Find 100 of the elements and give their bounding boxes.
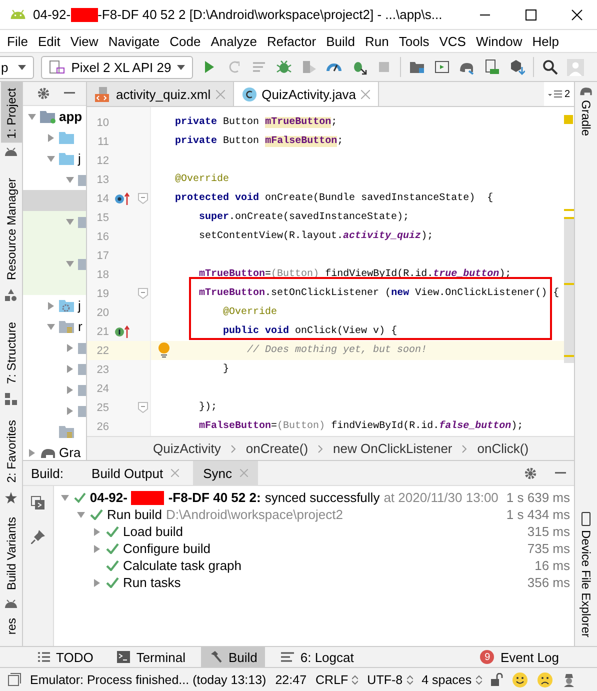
fold-marker-icon[interactable] [138, 193, 148, 204]
tool-window-tab[interactable]: res [0, 612, 22, 640]
implement-marker-icon[interactable] [114, 324, 130, 338]
code-token: ; [331, 117, 338, 128]
package-icon[interactable] [509, 59, 526, 75]
expand-arrow-icon[interactable] [65, 342, 75, 352]
hide-icon[interactable] [64, 92, 75, 95]
device-dropdown[interactable]: Pixel 2 XL API 29 [41, 56, 194, 78]
inspector-icon[interactable] [562, 672, 576, 686]
lightbulb-icon[interactable] [158, 342, 170, 358]
search-icon[interactable] [542, 59, 558, 75]
menu-item[interactable]: Window [472, 34, 526, 48]
tool-window-button[interactable]: Build [201, 647, 266, 667]
breadcrumb[interactable]: new OnClickListener [333, 441, 452, 456]
project-tree-item[interactable]: Gra [23, 442, 86, 460]
settings-icon[interactable] [37, 87, 50, 100]
indent-selector[interactable]: 4 spaces [422, 672, 482, 686]
menu-item[interactable]: Help [528, 34, 563, 48]
expand-arrow-icon[interactable] [65, 364, 75, 374]
project-tree-item[interactable]: j [23, 295, 86, 316]
hide-icon[interactable] [555, 472, 566, 474]
scrollbar-thumb[interactable] [564, 219, 574, 363]
frown-icon[interactable] [536, 672, 553, 688]
expand-arrow-icon[interactable] [92, 544, 102, 554]
expand-arrow-icon[interactable] [92, 578, 102, 588]
expand-arrow-icon[interactable] [65, 216, 75, 226]
expand-arrow-icon[interactable] [92, 526, 102, 536]
bug-icon[interactable] [276, 59, 292, 75]
fold-marker-icon[interactable] [138, 288, 148, 299]
expand-arrow-icon[interactable] [76, 510, 86, 520]
panels-icon[interactable] [8, 673, 21, 686]
menu-icon [548, 90, 562, 98]
project-tree-item[interactable]: r [23, 316, 86, 337]
expand-arrow-icon[interactable] [65, 258, 75, 268]
build-tab[interactable]: Build Output [82, 461, 190, 485]
profile-icon[interactable] [301, 59, 318, 75]
caret-position[interactable]: 22:47 [275, 672, 307, 686]
folder-icon[interactable] [409, 59, 426, 75]
lock-icon[interactable] [490, 672, 503, 686]
menu-item[interactable]: VCS [435, 34, 470, 48]
tool-window-tab[interactable]: Build Variants [0, 512, 22, 595]
menu-item[interactable]: Code [166, 34, 205, 48]
build-tab[interactable]: Sync [193, 461, 258, 485]
override-marker-icon[interactable] [114, 192, 130, 206]
breadcrumb[interactable]: onCreate() [246, 441, 308, 456]
breadcrumb[interactable]: QuizActivity [153, 441, 221, 456]
close-icon[interactable] [571, 8, 583, 20]
expand-arrow-icon[interactable] [46, 322, 56, 332]
menu-item[interactable]: Tools [394, 34, 434, 48]
code-token: (Button) [277, 421, 326, 432]
event-log-button[interactable]: 9 Event Log [472, 647, 567, 667]
expand-arrow-icon[interactable] [60, 492, 70, 502]
code-token: = [265, 269, 272, 280]
menu-item[interactable]: Analyze [206, 34, 261, 48]
maximize-icon[interactable] [525, 8, 537, 20]
tool-window-tab[interactable]: 1: Project [0, 82, 22, 143]
chevron-icon [230, 444, 236, 452]
menu-item[interactable]: Navigate [104, 34, 164, 48]
tool-window-tab[interactable]: Device File Explorer [579, 526, 593, 642]
check-icon [106, 577, 119, 588]
menu-item[interactable]: Run [361, 34, 393, 48]
breadcrumb[interactable]: onClick() [477, 441, 529, 456]
expand-arrow-icon[interactable] [65, 174, 75, 184]
tool-window-tab[interactable]: 2: Favorites [0, 414, 22, 488]
menu-item[interactable]: Build [322, 34, 360, 48]
expand-arrow-icon[interactable] [46, 300, 56, 310]
attach-debugger-icon[interactable] [351, 59, 368, 75]
expand-arrow-icon[interactable] [46, 132, 56, 142]
tool-window-button[interactable]: Terminal [109, 647, 194, 667]
project-tree-item[interactable] [23, 211, 86, 232]
menu-item[interactable]: View [66, 34, 102, 48]
expand-arrow-icon[interactable] [27, 112, 37, 122]
tool-window-tab[interactable]: Resource Manager [0, 172, 22, 285]
tool-window-tab[interactable]: 7: Structure [0, 316, 22, 389]
device-download-icon[interactable] [484, 59, 500, 75]
tab-list-button[interactable]: 2 [544, 82, 574, 106]
expand-arrow-icon[interactable] [27, 448, 37, 458]
encoding-selector[interactable]: UTF-8 [367, 672, 413, 686]
smile-icon[interactable] [512, 672, 528, 688]
line-separator-selector[interactable]: CRLF [316, 672, 358, 686]
project-tree-item[interactable]: j [23, 148, 86, 169]
tool-window-tab[interactable]: Gradle [579, 96, 593, 140]
menu-item[interactable]: Edit [34, 34, 64, 48]
settings-icon[interactable] [524, 466, 537, 480]
editor-tab[interactable]: activity_quiz.xml [87, 82, 234, 106]
window-icon[interactable] [434, 59, 450, 75]
expand-arrow-icon[interactable] [65, 406, 75, 416]
tool-window-button[interactable]: TODO [30, 647, 102, 667]
fold-marker-icon[interactable] [138, 402, 148, 413]
project-tree-item[interactable]: app [23, 106, 86, 127]
code-token: findViewById(R.id. [325, 269, 434, 280]
tool-window-button[interactable]: 6: Logcat [273, 647, 362, 667]
menu-item[interactable]: File [3, 34, 32, 48]
menu-item[interactable]: Refactor [262, 34, 320, 48]
pin-icon[interactable] [31, 530, 45, 544]
module-dropdown[interactable]: p [0, 56, 34, 78]
toggle-view-icon[interactable] [31, 496, 45, 510]
expand-arrow-icon[interactable] [46, 154, 56, 164]
editor-tab[interactable]: QuizActivity.java [234, 82, 380, 106]
expand-arrow-icon[interactable] [65, 384, 75, 394]
